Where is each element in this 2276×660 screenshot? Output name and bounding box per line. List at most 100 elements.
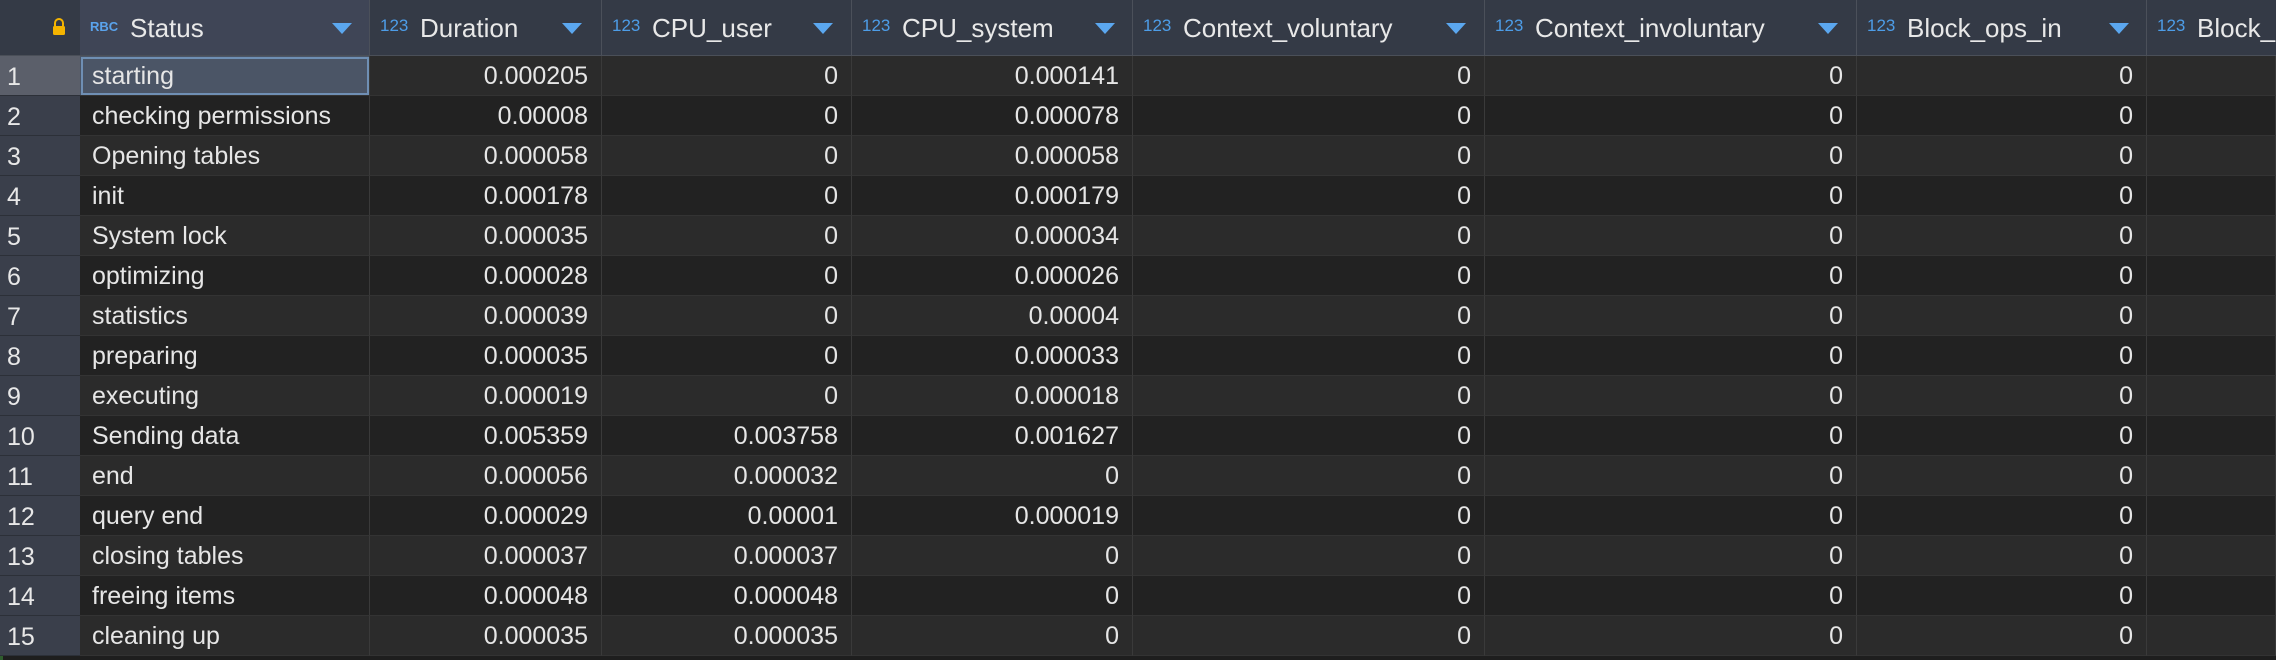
context-involuntary-cell[interactable]: 0 (1485, 416, 1857, 456)
row-number[interactable]: 5 (0, 216, 80, 256)
block-ops-in-cell[interactable]: 0 (1857, 456, 2147, 496)
duration-cell[interactable]: 0.000029 (370, 496, 602, 536)
row-number[interactable]: 8 (0, 336, 80, 376)
cpu-user-cell[interactable]: 0 (602, 176, 852, 216)
status-cell[interactable]: System lock (80, 216, 370, 256)
cpu-system-cell[interactable]: 0.000018 (852, 376, 1133, 416)
chevron-down-icon[interactable] (1446, 23, 1466, 34)
context-voluntary-cell[interactable]: 0 (1133, 416, 1485, 456)
status-cell[interactable]: statistics (80, 296, 370, 336)
row-number[interactable]: 15 (0, 616, 80, 656)
cpu-user-cell[interactable]: 0 (602, 216, 852, 256)
status-cell[interactable]: starting (80, 56, 370, 96)
block-ops-in-cell[interactable]: 0 (1857, 216, 2147, 256)
chevron-down-icon[interactable] (1095, 23, 1115, 34)
table-row[interactable]: 9 executing 0.000019 0 0.000018 0 0 0 (0, 376, 2276, 416)
block-ops-in-cell[interactable]: 0 (1857, 96, 2147, 136)
context-voluntary-cell[interactable]: 0 (1133, 56, 1485, 96)
chevron-down-icon[interactable] (562, 23, 582, 34)
duration-cell[interactable]: 0.000019 (370, 376, 602, 416)
status-cell[interactable]: cleaning up (80, 616, 370, 656)
block-ops-out-cell[interactable] (2147, 176, 2276, 216)
block-ops-in-cell[interactable]: 0 (1857, 56, 2147, 96)
column-header-cpu-user[interactable]: 123 CPU_user (602, 0, 852, 55)
row-number[interactable]: 1 (0, 56, 80, 96)
status-cell[interactable]: freeing items (80, 576, 370, 616)
context-voluntary-cell[interactable]: 0 (1133, 376, 1485, 416)
block-ops-in-cell[interactable]: 0 (1857, 616, 2147, 656)
block-ops-in-cell[interactable]: 0 (1857, 336, 2147, 376)
row-number[interactable]: 14 (0, 576, 80, 616)
cpu-system-cell[interactable]: 0.000141 (852, 56, 1133, 96)
context-involuntary-cell[interactable]: 0 (1485, 536, 1857, 576)
cpu-user-cell[interactable]: 0.000032 (602, 456, 852, 496)
duration-cell[interactable]: 0.000035 (370, 336, 602, 376)
cpu-system-cell[interactable]: 0.000026 (852, 256, 1133, 296)
context-voluntary-cell[interactable]: 0 (1133, 296, 1485, 336)
column-header-cpu-system[interactable]: 123 CPU_system (852, 0, 1133, 55)
table-row[interactable]: 10 Sending data 0.005359 0.003758 0.001627 0 0… (0, 416, 2276, 456)
cpu-user-cell[interactable]: 0 (602, 96, 852, 136)
cpu-user-cell[interactable]: 0.00001 (602, 496, 852, 536)
chevron-down-icon[interactable] (1818, 23, 1838, 34)
cpu-user-cell[interactable]: 0 (602, 136, 852, 176)
cpu-user-cell[interactable]: 0 (602, 336, 852, 376)
table-row[interactable]: 11 end 0.000056 0.000032 0 0 0 0 (0, 456, 2276, 496)
duration-cell[interactable]: 0.000037 (370, 536, 602, 576)
row-number[interactable]: 13 (0, 536, 80, 576)
block-ops-out-cell[interactable] (2147, 96, 2276, 136)
cpu-system-cell[interactable]: 0 (852, 576, 1133, 616)
table-row[interactable]: 6 optimizing 0.000028 0 0.000026 0 0 0 (0, 256, 2276, 296)
table-row[interactable]: 3 Opening tables 0.000058 0 0.000058 0 0 0 (0, 136, 2276, 176)
block-ops-in-cell[interactable]: 0 (1857, 296, 2147, 336)
column-header-block-ops-out[interactable]: 123 Block_ (2147, 0, 2276, 55)
row-number[interactable]: 9 (0, 376, 80, 416)
status-cell[interactable]: executing (80, 376, 370, 416)
block-ops-out-cell[interactable] (2147, 496, 2276, 536)
context-involuntary-cell[interactable]: 0 (1485, 216, 1857, 256)
context-involuntary-cell[interactable]: 0 (1485, 256, 1857, 296)
status-cell[interactable]: query end (80, 496, 370, 536)
status-cell[interactable]: Opening tables (80, 136, 370, 176)
column-header-status[interactable]: RBC Status (80, 0, 370, 55)
column-header-duration[interactable]: 123 Duration (370, 0, 602, 55)
context-involuntary-cell[interactable]: 0 (1485, 376, 1857, 416)
block-ops-out-cell[interactable] (2147, 296, 2276, 336)
context-voluntary-cell[interactable]: 0 (1133, 576, 1485, 616)
status-cell[interactable]: optimizing (80, 256, 370, 296)
context-involuntary-cell[interactable]: 0 (1485, 96, 1857, 136)
cpu-system-cell[interactable]: 0 (852, 536, 1133, 576)
status-cell[interactable]: preparing (80, 336, 370, 376)
duration-cell[interactable]: 0.000056 (370, 456, 602, 496)
block-ops-out-cell[interactable] (2147, 136, 2276, 176)
cpu-system-cell[interactable]: 0.000033 (852, 336, 1133, 376)
block-ops-in-cell[interactable]: 0 (1857, 416, 2147, 456)
row-number[interactable]: 12 (0, 496, 80, 536)
context-involuntary-cell[interactable]: 0 (1485, 576, 1857, 616)
block-ops-in-cell[interactable]: 0 (1857, 256, 2147, 296)
block-ops-in-cell[interactable]: 0 (1857, 576, 2147, 616)
block-ops-out-cell[interactable] (2147, 336, 2276, 376)
block-ops-out-cell[interactable] (2147, 416, 2276, 456)
context-involuntary-cell[interactable]: 0 (1485, 56, 1857, 96)
cpu-user-cell[interactable]: 0 (602, 56, 852, 96)
cpu-system-cell[interactable]: 0.000019 (852, 496, 1133, 536)
context-voluntary-cell[interactable]: 0 (1133, 496, 1485, 536)
lock-icon[interactable] (52, 18, 66, 36)
cpu-user-cell[interactable]: 0 (602, 376, 852, 416)
row-number[interactable]: 10 (0, 416, 80, 456)
cpu-system-cell[interactable]: 0 (852, 616, 1133, 656)
duration-cell[interactable]: 0.000048 (370, 576, 602, 616)
table-row[interactable]: 14 freeing items 0.000048 0.000048 0 0 0 0 (0, 576, 2276, 616)
cpu-user-cell[interactable]: 0.000037 (602, 536, 852, 576)
block-ops-out-cell[interactable] (2147, 456, 2276, 496)
table-row[interactable]: 1 starting 0.000205 0 0.000141 0 0 0 (0, 56, 2276, 96)
table-row[interactable]: 5 System lock 0.000035 0 0.000034 0 0 0 (0, 216, 2276, 256)
table-row[interactable]: 15 cleaning up 0.000035 0.000035 0 0 0 0 (0, 616, 2276, 656)
cpu-system-cell[interactable]: 0.000034 (852, 216, 1133, 256)
cpu-system-cell[interactable]: 0.000078 (852, 96, 1133, 136)
row-number[interactable]: 7 (0, 296, 80, 336)
context-involuntary-cell[interactable]: 0 (1485, 136, 1857, 176)
table-row[interactable]: 12 query end 0.000029 0.00001 0.000019 0 0 0 (0, 496, 2276, 536)
cpu-system-cell[interactable]: 0 (852, 456, 1133, 496)
